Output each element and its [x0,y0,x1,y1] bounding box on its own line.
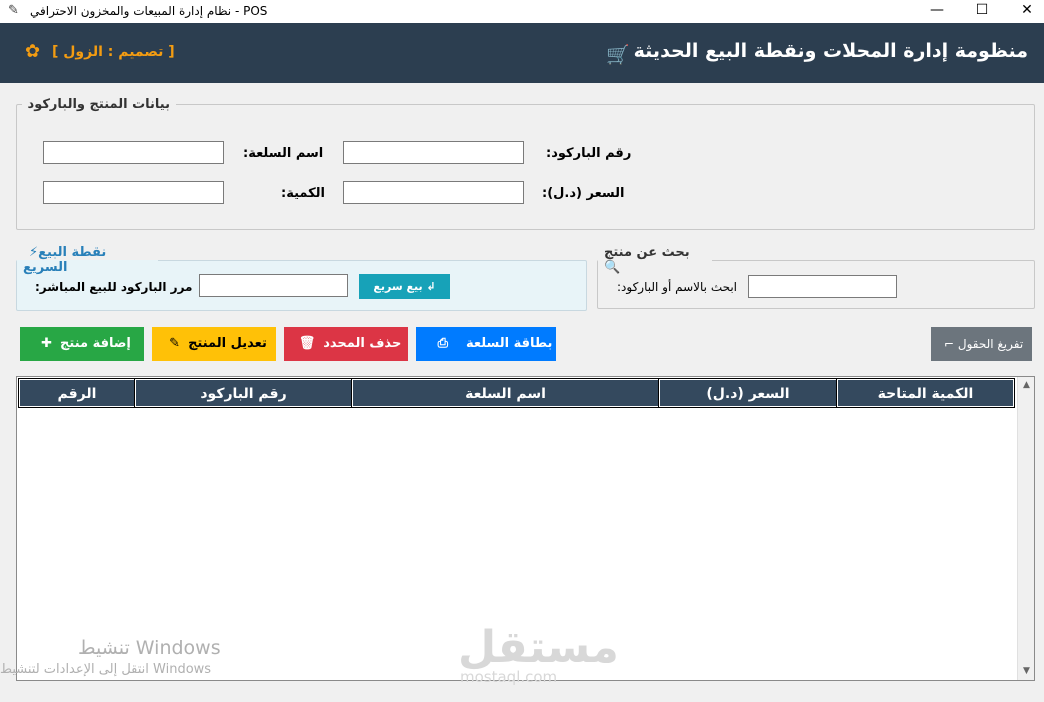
lightning-icon: ⚡ [29,245,39,260]
column-header-barcode[interactable]: رقم الباركود [134,378,353,408]
delete-selected-button[interactable]: حذف المحدد🗑 [284,327,408,361]
windows-activation-title: تنشيط Windows [78,637,221,659]
quick-sale-label: مرر الباركود للبيع المباشر: [35,280,193,294]
mostaql-watermark-logo: مستقل [458,622,619,673]
quick-sale-legend: ⚡نقطة البيع السريع [23,245,107,275]
search-input[interactable] [748,275,897,298]
magnifier-icon: 🔍 [604,260,621,275]
printer-icon: ⎙ [437,336,448,351]
trash-icon: 🗑 [298,336,316,351]
scroll-up-arrow-icon[interactable]: ▲ [1018,377,1035,394]
price-label: السعر (د.ل): [542,186,625,201]
barcode-label: رقم الباركود: [546,146,632,161]
app-title: منظومة إدارة المحلات ونقطة البيع الحديثة [633,40,1028,62]
close-button[interactable]: ✕ [1004,0,1044,23]
feather-icon: ✎ [8,3,19,18]
add-product-button[interactable]: إضافة منتج✚ [20,327,144,361]
column-header-available-qty[interactable]: الكمية المتاحة [836,378,1015,408]
item-name-input[interactable] [43,141,224,164]
gear-flower-icon: ✿ [25,41,41,62]
clear-fields-button[interactable]: تفريغ الحقول⌐ [931,327,1032,361]
quick-sell-button[interactable]: ↲ بيع سريع [359,274,450,299]
windows-activation-text: انتقل إلى الإعدادات لتنشيط Windows [0,662,212,677]
quick-sale-input[interactable] [199,274,348,297]
pencil-icon: ✎ [169,336,181,351]
broom-icon: ⌐ [943,337,954,351]
column-header-number[interactable]: الرقم [18,378,136,408]
mostaql-watermark-url: mostaql.com [460,668,558,686]
minimize-button[interactable]: — [914,0,960,23]
window-titlebar: ✎ POS - نظام إدارة المبيعات والمخزون الا… [0,0,1044,23]
column-header-price[interactable]: السعر (د.ل) [658,378,838,408]
table-header: الرقم رقم الباركود اسم السلعة السعر (د.ل… [18,378,1016,408]
search-legend: بحث عن منتج🔍 [604,245,690,275]
scroll-down-arrow-icon[interactable]: ▼ [1018,663,1035,680]
item-name-label: اسم السلعة: [243,146,324,161]
barcode-input[interactable] [343,141,524,164]
window-title: POS - نظام إدارة المبيعات والمخزون الاحت… [30,4,268,18]
quantity-input[interactable] [43,181,224,204]
table-scrollbar[interactable]: ▲ ▼ [1017,377,1034,680]
plus-icon: ✚ [41,336,53,351]
item-card-button[interactable]: بطاقة السلعة⎙ [416,327,556,361]
app-header: 🛒 منظومة إدارة المحلات ونقطة البيع الحدي… [0,23,1044,83]
edit-product-button[interactable]: تعديل المنتج✎ [152,327,276,361]
column-header-item-name[interactable]: اسم السلعة [351,378,660,408]
maximize-button[interactable]: ☐ [959,0,1005,23]
designer-credit: [ تصميم : الزول ] [52,44,175,60]
cart-icon: 🛒 [606,44,630,66]
return-arrow-icon: ↲ [422,280,436,293]
quantity-label: الكمية: [281,186,326,201]
product-group-legend: بيانات المنتج والباركود [27,97,170,112]
price-input[interactable] [343,181,524,204]
search-label: ابحث بالاسم أو الباركود: [617,280,738,294]
